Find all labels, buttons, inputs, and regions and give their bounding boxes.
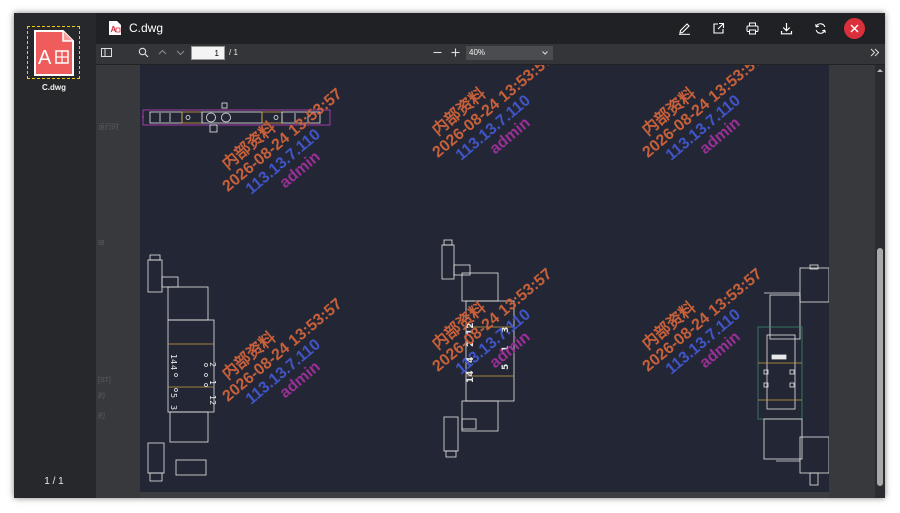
zoom-value: 40% <box>469 48 486 57</box>
plus-icon <box>451 48 460 57</box>
chevron-down-icon <box>176 50 185 56</box>
toggle-sidebar-button[interactable] <box>101 47 112 58</box>
minus-icon <box>433 51 442 54</box>
download-icon <box>780 23 793 35</box>
port-label: 5 <box>169 393 178 398</box>
port-label: 4 <box>169 365 178 370</box>
download-button[interactable] <box>778 20 795 37</box>
valve-left-labels: 14 4 5 3 2 1 12 <box>169 354 217 410</box>
thumbnail-sidebar: A C.dwg 1 / 1 <box>14 13 96 498</box>
refresh-icon <box>815 23 826 34</box>
close-icon <box>850 24 859 33</box>
pencil-icon <box>679 23 690 35</box>
close-button[interactable] <box>844 18 865 39</box>
background-label: [ST] <box>98 377 111 384</box>
port-label: 2 <box>208 362 217 367</box>
chevron-down-icon <box>542 51 548 55</box>
dwg-file-icon: A <box>33 29 74 76</box>
scroll-up-icon <box>877 69 883 72</box>
background-label: 的 <box>98 393 105 400</box>
zoom-select[interactable]: 40% <box>466 46 553 60</box>
title-bar: A C.dwg <box>96 13 885 44</box>
port-label: 1 <box>208 380 217 385</box>
page-number-input[interactable] <box>191 46 225 60</box>
more-tools-button[interactable] <box>869 47 880 58</box>
search-button[interactable] <box>138 47 149 58</box>
viewer-window: A C.dwg 1 / 1 A C.dwg 1 / 1 40% 运行时 IB [… <box>14 13 885 498</box>
external-link-icon <box>713 22 725 34</box>
background-label: IB <box>98 240 105 247</box>
document-viewport[interactable]: 运行时 IB [ST] 的 的 14 4 5 3 2 1 12 12 2 4 1… <box>96 65 885 498</box>
search-icon <box>138 47 149 58</box>
rotate-button[interactable] <box>812 20 829 37</box>
page-margin-right <box>829 65 876 498</box>
next-page-button[interactable] <box>175 47 186 58</box>
page-total: / 1 <box>229 48 238 57</box>
thumbnail-item[interactable]: A <box>27 26 80 79</box>
main-area: A C.dwg 1 / 1 40% 运行时 IB [ST] 的 的 14 4 5… <box>96 13 885 498</box>
svg-text:A: A <box>38 47 52 69</box>
valve-left <box>147 254 215 482</box>
printer-icon <box>746 22 759 35</box>
window-title: C.dwg <box>129 21 164 35</box>
print-button[interactable] <box>744 20 761 37</box>
page-count: 1 / 1 <box>44 476 64 487</box>
port-label: 12 <box>208 395 217 405</box>
page-margin-left: 运行时 IB [ST] 的 的 <box>96 65 140 498</box>
scrollbar-thumb[interactable] <box>877 248 883 486</box>
zoom-out-button[interactable] <box>432 47 443 58</box>
double-chevron-right-icon <box>870 48 880 57</box>
background-label: 运行时 <box>98 124 119 131</box>
svg-text:A: A <box>111 25 117 34</box>
port-label: 14 <box>169 354 178 364</box>
dwg-file-icon: A <box>109 21 121 35</box>
chevron-up-icon <box>158 49 167 55</box>
viewer-toolbar: / 1 40% <box>96 44 885 65</box>
cad-drawing[interactable]: 14 4 5 3 2 1 12 12 2 4 14 3 1 5 内部资料 202… <box>140 65 829 492</box>
background-label: 的 <box>98 413 105 420</box>
open-external-button[interactable] <box>710 20 727 37</box>
edit-button[interactable] <box>676 20 693 37</box>
sidebar-icon <box>101 48 112 57</box>
previous-page-button[interactable] <box>157 47 168 58</box>
vertical-scrollbar[interactable] <box>875 65 885 498</box>
port-label: 3 <box>169 405 178 410</box>
thumbnail-label: C.dwg <box>42 83 66 92</box>
zoom-in-button[interactable] <box>450 47 461 58</box>
